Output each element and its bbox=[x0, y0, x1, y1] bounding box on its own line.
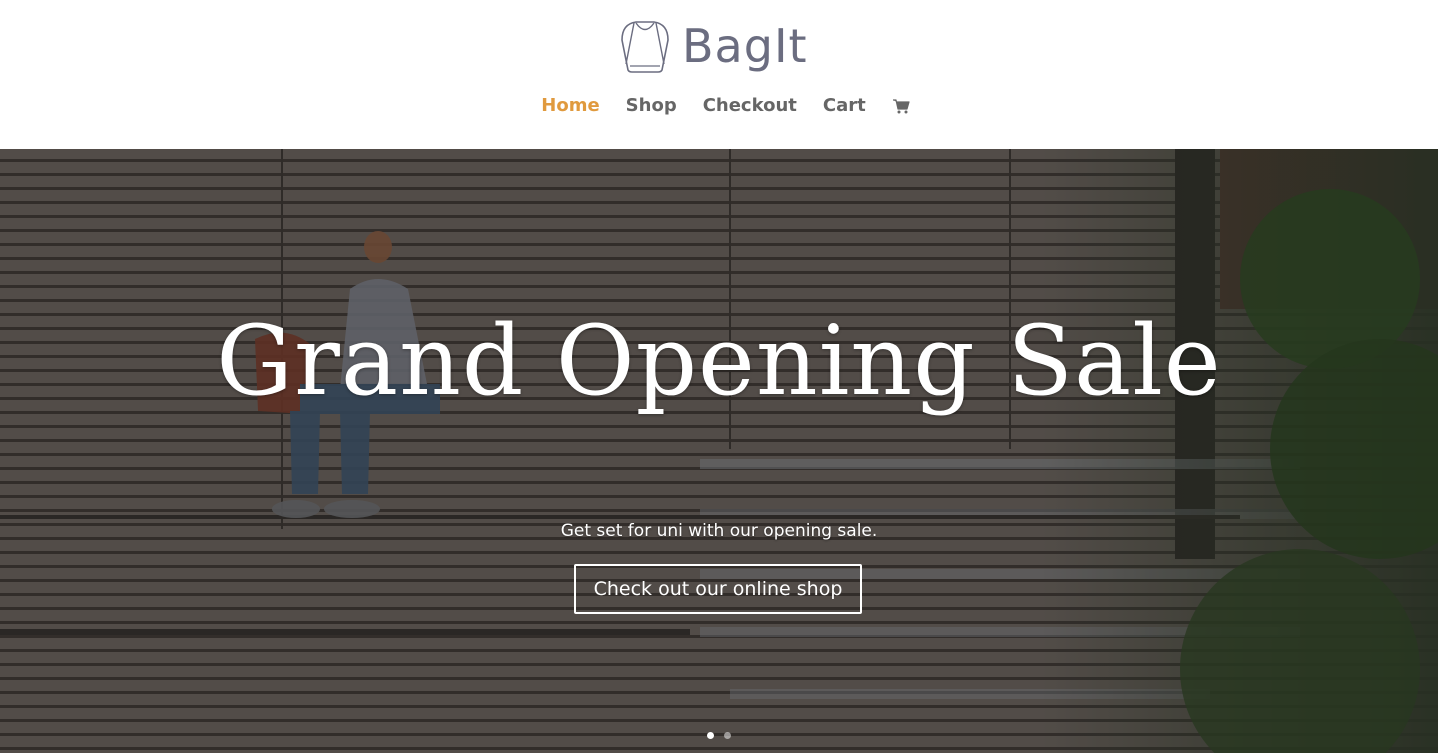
hero-slider: Grand Opening Sale Get set for uni with … bbox=[0, 149, 1438, 753]
slider-dot-1[interactable] bbox=[707, 732, 714, 739]
nav-checkout[interactable]: Checkout bbox=[703, 92, 797, 120]
slider-dot-2[interactable] bbox=[724, 732, 731, 739]
nav-cart[interactable]: Cart bbox=[823, 92, 866, 120]
backpack-icon bbox=[621, 21, 669, 73]
slider-pagination bbox=[0, 732, 1438, 739]
main-nav: Home Shop Checkout Cart bbox=[0, 92, 1438, 120]
hero-subtitle: Get set for uni with our opening sale. bbox=[560, 521, 878, 541]
hero-title: Grand Opening Sale bbox=[216, 305, 1222, 417]
site-logo[interactable]: BagIt bbox=[618, 18, 808, 74]
nav-home[interactable]: Home bbox=[541, 92, 599, 120]
cart-icon[interactable] bbox=[892, 97, 910, 115]
nav-shop[interactable]: Shop bbox=[626, 92, 677, 120]
hero-overlay bbox=[0, 149, 1438, 753]
shop-cta-button[interactable]: Check out our online shop bbox=[574, 564, 862, 614]
site-header: BagIt Home Shop Checkout Cart bbox=[0, 0, 1438, 149]
logo-text: BagIt bbox=[682, 19, 808, 73]
